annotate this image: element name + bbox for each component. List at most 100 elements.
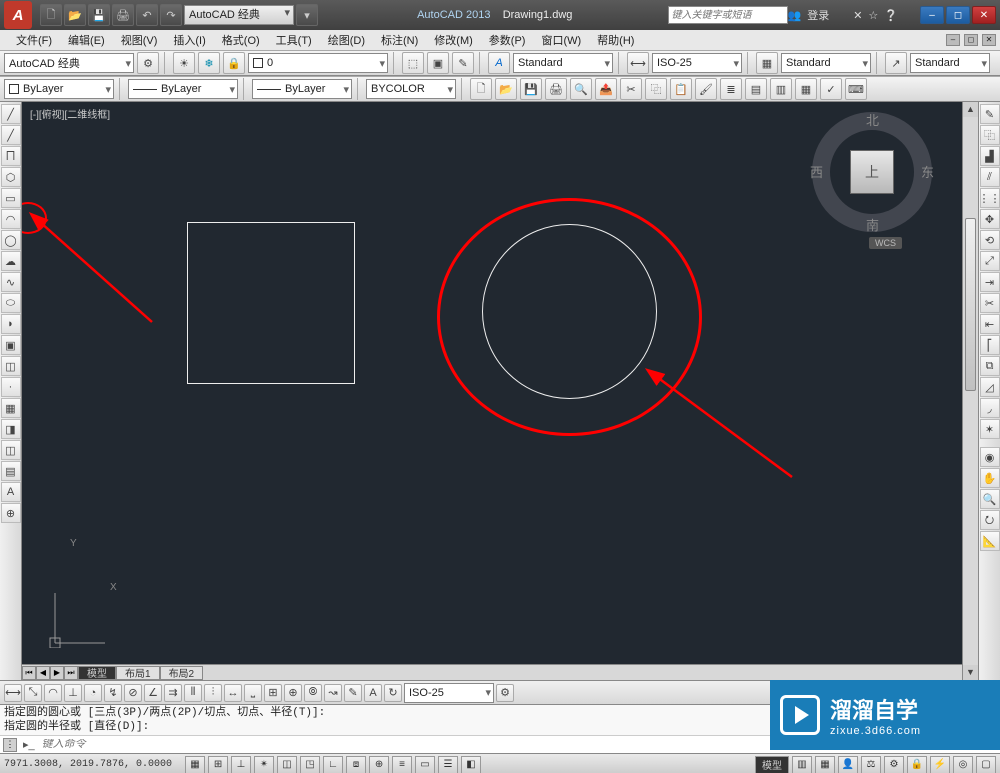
dim-space-icon[interactable]: ↔ [224,684,242,702]
view-cube[interactable]: 上 北 南 西 东 [812,112,932,232]
break-tool-icon[interactable]: ⎡ [980,335,1000,355]
layer-lock-icon[interactable]: 🔒 [223,52,245,74]
region-tool-icon[interactable]: ◫ [1,440,21,460]
tab-model[interactable]: 模型 [78,666,116,680]
status-sc-icon[interactable]: ◧ [461,756,481,773]
table-tool-icon[interactable]: ▤ [1,461,21,481]
scroll-thumb[interactable] [965,218,976,391]
markup-icon[interactable]: ✓ [820,78,842,100]
spline-tool-icon[interactable]: ∿ [1,272,21,292]
qat-new-icon[interactable]: 🗋 [40,4,62,26]
qat-redo-icon[interactable]: ↷ [160,4,182,26]
stretch-tool-icon[interactable]: ⇥ [980,272,1000,292]
copy-tool-icon[interactable]: ⿻ [980,125,1000,145]
gradient-tool-icon[interactable]: ◨ [1,419,21,439]
window-close-button[interactable]: ✕ [972,6,996,24]
menu-dimension[interactable]: 标注(N) [373,32,426,48]
chamfer-tool-icon[interactable]: ◿ [980,377,1000,397]
dim-update-icon[interactable]: ↻ [384,684,402,702]
textstyle-dropdown[interactable]: Standard [513,53,613,73]
menu-view[interactable]: 视图(V) [113,32,166,48]
makeblock-tool-icon[interactable]: ◫ [1,356,21,376]
xline-tool-icon[interactable]: ╱ [1,125,21,145]
tab-layout1[interactable]: 布局1 [116,666,160,680]
nav-zoom-icon[interactable]: 🔍 [980,489,1000,509]
scale-tool-icon[interactable]: ⤢ [980,251,1000,271]
qat-print-icon[interactable]: 🖨 [112,4,134,26]
savefile-icon[interactable]: 💾 [520,78,542,100]
explode-tool-icon[interactable]: ✶ [980,419,1000,439]
dim-diameter-icon[interactable]: ⊘ [124,684,142,702]
color-dropdown[interactable]: ByLayer [4,79,114,99]
pline-tool-icon[interactable]: ⨅ [1,146,21,166]
mdi-close-button[interactable]: ✕ [982,34,996,46]
dim-break-icon[interactable]: ⎵ [244,684,262,702]
dim-linear-icon[interactable]: ⟷ [4,684,22,702]
status-isolate-icon[interactable]: ◎ [953,756,973,773]
qat-open-icon[interactable]: 📂 [64,4,86,26]
join-tool-icon[interactable]: ⧉ [980,356,1000,376]
layer-state-icon[interactable]: ☀ [173,52,195,74]
status-model-pill[interactable]: 模型 [755,756,789,773]
viewcube-east[interactable]: 东 [921,162,934,181]
sheet-set-icon[interactable]: ▦ [795,78,817,100]
status-snap-icon[interactable]: ▦ [185,756,205,773]
openfile-icon[interactable]: 📂 [495,78,517,100]
ucs-icon[interactable]: Y X [40,588,110,648]
ellipsearc-tool-icon[interactable]: ◗ [1,314,21,334]
move-tool-icon[interactable]: ✥ [980,209,1000,229]
ellipse-tool-icon[interactable]: ⬭ [1,293,21,313]
menu-draw[interactable]: 绘图(D) [320,32,373,48]
fillet-tool-icon[interactable]: ◞ [980,398,1000,418]
status-ortho-icon[interactable]: ⊥ [231,756,251,773]
tab-nav-prev[interactable]: ◀ [36,666,50,680]
mtext-tool-icon[interactable]: A [1,482,21,502]
layer-freeze-icon[interactable]: ❄ [198,52,220,74]
menu-help[interactable]: 帮助(H) [589,32,642,48]
workspace-dropdown[interactable]: AutoCAD 经典 [4,53,134,73]
dim-jogged-icon[interactable]: ↯ [104,684,122,702]
publish-icon[interactable]: 📤 [595,78,617,100]
insert-block-icon[interactable]: ⬚ [402,52,424,74]
help-icon[interactable]: ❔ [884,9,898,22]
tablestyle-dropdown[interactable]: Standard [781,53,871,73]
viewport-label[interactable]: [-][俯视][二维线框] [30,106,110,121]
nav-orbit-icon[interactable]: ⭮ [980,510,1000,530]
status-lock-icon[interactable]: 🔒 [907,756,927,773]
menu-modify[interactable]: 修改(M) [426,32,481,48]
offset-tool-icon[interactable]: ⫽ [980,167,1000,187]
status-qview-layouts-icon[interactable]: ▥ [792,756,812,773]
app-logo-icon[interactable]: A [4,1,32,29]
trim-tool-icon[interactable]: ✂ [980,293,1000,313]
dim-arc-icon[interactable]: ◠ [44,684,62,702]
match-icon[interactable]: 🖌 [695,78,717,100]
tab-layout2[interactable]: 布局2 [160,666,204,680]
dimstyle-dropdown[interactable]: ISO-25 [652,53,742,73]
tab-nav-next[interactable]: ▶ [50,666,64,680]
menu-format[interactable]: 格式(O) [214,32,268,48]
lineweight-dropdown[interactable]: ByLayer [252,79,352,99]
addselected-tool-icon[interactable]: ⊕ [1,503,21,523]
viewcube-north[interactable]: 北 [866,110,879,129]
status-tpy-icon[interactable]: ▭ [415,756,435,773]
status-coordinates[interactable]: 7971.3008, 2019.7876, 0.0000 [4,759,182,770]
nav-show-icon[interactable]: 📐 [980,531,1000,551]
viewcube-top-face[interactable]: 上 [850,150,894,194]
dim-center-icon[interactable]: ⊕ [284,684,302,702]
viewcube-west[interactable]: 西 [810,162,823,181]
plot-icon[interactable]: 🖨 [545,78,567,100]
dim-edit-icon[interactable]: ✎ [344,684,362,702]
dim-quick-icon[interactable]: ⇉ [164,684,182,702]
menu-parametric[interactable]: 参数(P) [481,32,534,48]
textstyle-icon[interactable]: A [488,52,510,74]
wcs-badge[interactable]: WCS [869,237,902,249]
qat-undo-icon[interactable]: ↶ [136,4,158,26]
dim-aligned-icon[interactable]: ⤡ [24,684,42,702]
copyclip-icon[interactable]: ⿻ [645,78,667,100]
arc-tool-icon[interactable]: ◠ [1,209,21,229]
status-otrack-icon[interactable]: ∟ [323,756,343,773]
status-clean-icon[interactable]: ▢ [976,756,996,773]
window-minimize-button[interactable]: – [920,6,944,24]
plotstyle-dropdown[interactable]: BYCOLOR [366,79,456,99]
dim-joglin-icon[interactable]: ↝ [324,684,342,702]
